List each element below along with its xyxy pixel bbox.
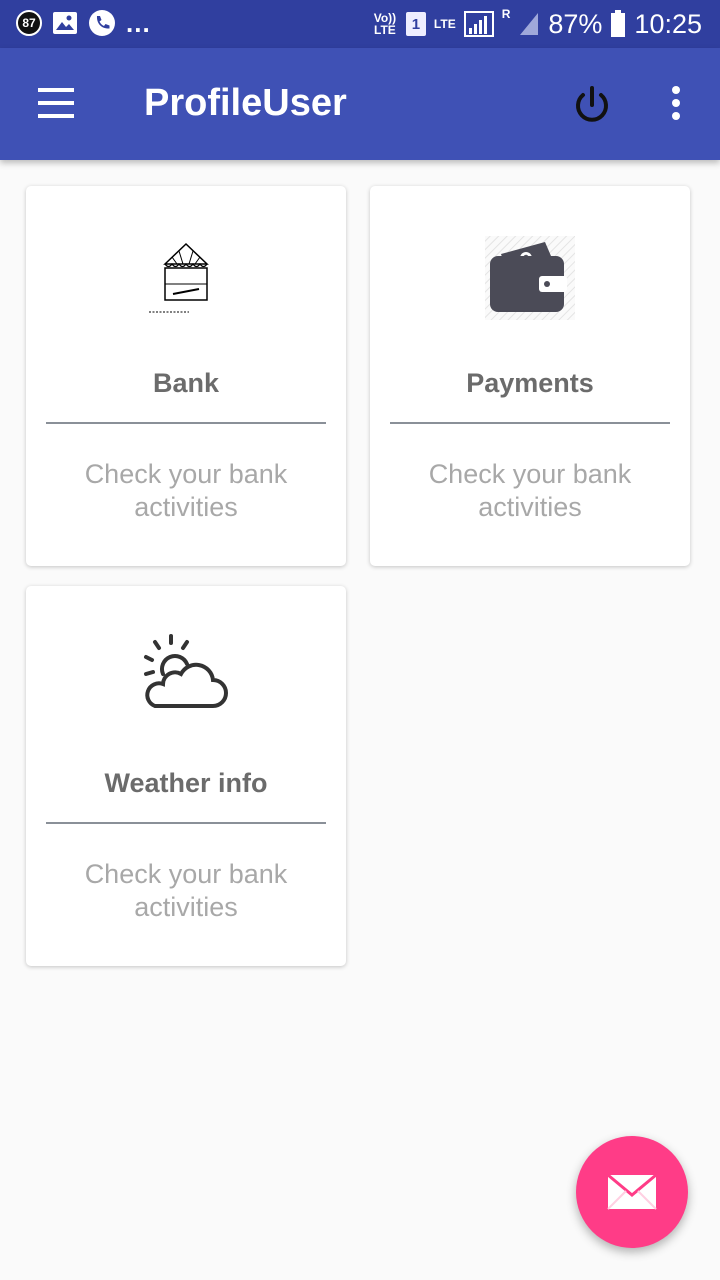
weather-card[interactable]: Weather info Check your bank activities <box>26 586 346 966</box>
hamburger-menu-icon[interactable] <box>36 86 76 120</box>
card-title: Bank <box>152 368 220 398</box>
card-description: Check your bank activities <box>84 859 288 922</box>
card-divider <box>390 422 670 424</box>
signal-icon <box>463 11 494 37</box>
mail-icon <box>607 1173 657 1210</box>
gallery-icon <box>53 12 77 34</box>
weather-icon <box>144 634 228 708</box>
app-toolbar: ProfileUser <box>0 48 720 160</box>
card-title: Weather info <box>104 768 268 798</box>
bank-icon <box>149 242 209 313</box>
volte-indicator: Vo)) LTE <box>373 11 397 37</box>
payments-card[interactable]: $ Payments Check your bank activities <box>370 186 690 566</box>
card-description: Check your bank activities <box>428 459 632 522</box>
battery-percent: 87% <box>548 8 603 39</box>
signal-icon-2 <box>520 13 539 35</box>
status-bar: 87 ... Vo)) LTE 1 LTE R 87% 10:25 <box>0 0 720 48</box>
more-notifications-indicator: ... <box>126 8 151 38</box>
card-divider <box>46 422 326 424</box>
lte-indicator: LTE <box>433 17 456 31</box>
phone-call-icon <box>89 10 115 36</box>
card-title: Payments <box>466 368 594 398</box>
email-fab-button[interactable] <box>576 1136 688 1248</box>
sim-indicator: 1 <box>405 12 426 36</box>
notification-count-badge: 87 <box>16 10 42 36</box>
card-description: Check your bank activities <box>84 459 288 522</box>
bank-card[interactable]: Bank Check your bank activities <box>26 186 346 566</box>
toolbar-title: ProfileUser <box>144 82 347 124</box>
overflow-menu-icon[interactable] <box>664 84 688 124</box>
power-icon[interactable] <box>568 82 616 130</box>
battery-icon <box>611 10 626 37</box>
clock: 10:25 <box>634 8 702 39</box>
card-divider <box>46 822 326 824</box>
wallet-icon: $ <box>485 236 575 320</box>
roaming-indicator: R <box>501 7 511 21</box>
